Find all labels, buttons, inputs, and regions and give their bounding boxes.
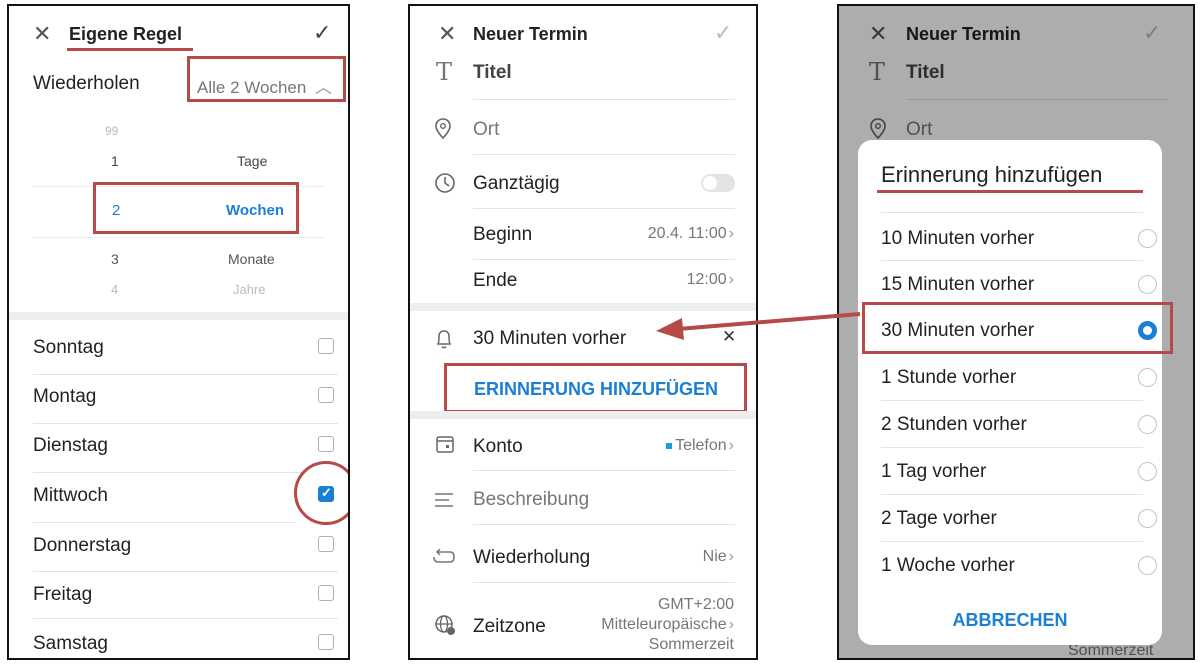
annotation-arrow bbox=[656, 312, 861, 340]
arrow-head bbox=[656, 318, 684, 340]
arrow-shaft bbox=[677, 312, 861, 331]
